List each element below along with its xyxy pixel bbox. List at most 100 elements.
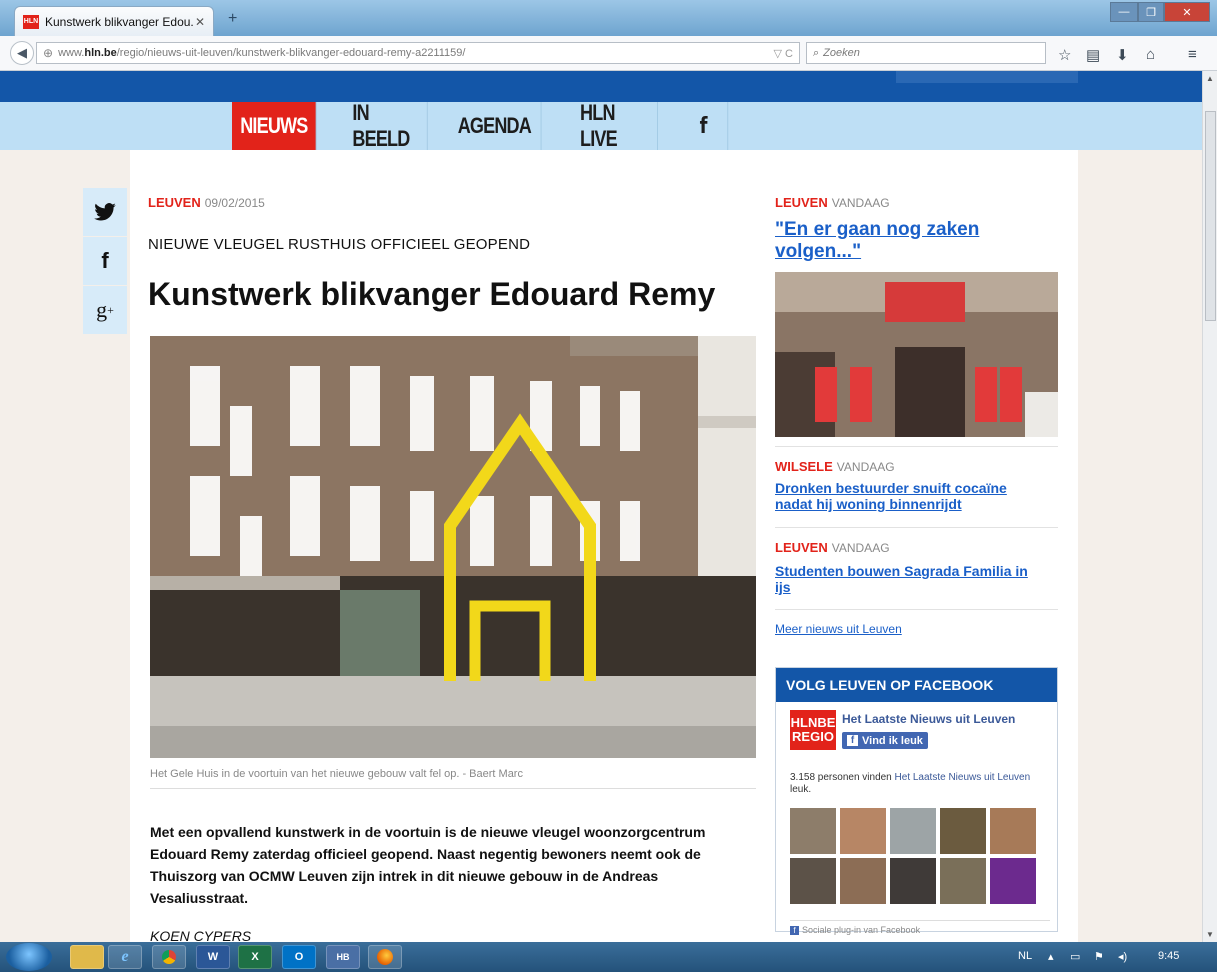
sidebar-photo[interactable]	[775, 272, 1058, 437]
site-header-band	[0, 71, 1202, 102]
avatar[interactable]	[990, 808, 1036, 854]
bookmark-star-icon[interactable]: ☆	[1058, 46, 1071, 64]
network-icon[interactable]: ▭	[1070, 950, 1080, 963]
volume-icon[interactable]: ◂)	[1118, 950, 1127, 963]
facebook-widget: VOLG LEUVEN OP FACEBOOK HLNBE REGIO Het …	[775, 667, 1058, 935]
search-icon: ⌕	[813, 46, 820, 59]
action-center-icon[interactable]: ⚑	[1094, 950, 1104, 963]
back-button[interactable]: ◀	[10, 41, 34, 65]
article-lead: Met een opvallend kunstwerk in de voortu…	[150, 824, 706, 906]
like-count-page-link[interactable]: Het Laatste Nieuws uit Leuven	[895, 772, 1031, 783]
facebook-plugin: HLNBE REGIO Het Laatste Nieuws uit Leuve…	[782, 702, 1051, 935]
article-headline: Kunstwerk blikvanger Edouard Remy	[148, 276, 716, 312]
menu-icon[interactable]: ≡	[1188, 46, 1197, 63]
like-count-text: 3.158 personen vinden	[790, 772, 892, 783]
like-button[interactable]: f Vind ik leuk	[842, 732, 928, 749]
menu-item-agenda[interactable]: AGENDA	[448, 102, 542, 150]
article-location[interactable]: LEUVEN	[148, 195, 201, 210]
outlook-icon[interactable]: O	[282, 945, 316, 969]
reload-icon[interactable]: ▽ C	[774, 47, 793, 60]
more-news-link[interactable]: Meer nieuws uit Leuven	[775, 622, 902, 636]
sidebar-headline-2[interactable]: Dronken bestuurder snuift cocaïne nadat …	[775, 480, 1045, 512]
word-icon[interactable]: W	[196, 945, 230, 969]
menu-item-facebook[interactable]: f	[679, 102, 729, 150]
sidebar-kicker-2: WILSELE VANDAAG	[775, 459, 895, 474]
explorer-icon[interactable]	[70, 945, 104, 969]
browser-tab[interactable]: HLN Kunstwerk blikvanger Edou... ✕	[14, 6, 214, 36]
sidebar-when-3: VANDAAG	[831, 541, 890, 555]
twitter-icon[interactable]	[83, 188, 127, 237]
show-hidden-icons-icon[interactable]: ▴	[1048, 950, 1054, 963]
photo-caption: Het Gele Huis in de voortuin van het nie…	[150, 768, 756, 789]
close-tab-icon[interactable]: ✕	[193, 15, 207, 29]
language-indicator[interactable]: NL	[1018, 950, 1032, 962]
windows-taskbar: e W X O HB NL ▴ ▭ ⚑ ◂) 9:45	[0, 942, 1217, 972]
article-date: 09/02/2015	[204, 196, 265, 210]
bookmarks-list-icon[interactable]: ▤	[1086, 46, 1100, 64]
search-input[interactable]: ⌕ Zoeken	[806, 42, 1046, 64]
url-path: /regio/nieuws-uit-leuven/kunstwerk-blikv…	[116, 47, 466, 59]
article-photo[interactable]	[150, 336, 756, 758]
address-bar[interactable]: ⊕ www. hln.be/regio/nieuws-uit-leuven/kun…	[36, 42, 800, 64]
like-button-label: Vind ik leuk	[862, 734, 923, 747]
scroll-up-icon[interactable]: ▲	[1206, 74, 1214, 83]
app-icon[interactable]: HB	[326, 945, 360, 969]
facebook-widget-heading: VOLG LEUVEN OP FACEBOOK	[776, 668, 1057, 702]
sidebar-kicker-3: LEUVEN VANDAAG	[775, 540, 890, 555]
facebook-icon: f	[847, 735, 858, 746]
facebook-fan-faces	[790, 808, 1042, 904]
scrollbar-thumb[interactable]	[1205, 111, 1216, 321]
sidebar-location-1[interactable]: LEUVEN	[775, 195, 828, 210]
menu-item-in-beeld[interactable]: IN BEELD	[335, 100, 428, 151]
share-bar: f g +	[83, 188, 127, 335]
menu-item-hln-live[interactable]: HLN LIVE	[562, 100, 658, 151]
avatar[interactable]	[890, 808, 936, 854]
tab-title: Kunstwerk blikvanger Edou...	[45, 14, 193, 29]
vertical-scrollbar[interactable]: ▲ ▼	[1202, 71, 1217, 942]
globe-icon: ⊕	[43, 46, 54, 60]
facebook-footer-text: Sociale plug-in van Facebook	[802, 925, 921, 935]
start-button[interactable]	[6, 943, 52, 971]
minimize-button[interactable]: —	[1110, 2, 1138, 22]
sidebar-location-3[interactable]: LEUVEN	[775, 540, 828, 555]
avatar[interactable]	[940, 808, 986, 854]
sidebar-headline-3[interactable]: Studenten bouwen Sagrada Familia in ijs	[775, 563, 1045, 595]
browser-navbar: ◀ ⊕ www. hln.be/regio/nieuws-uit-leuven/k…	[0, 36, 1217, 71]
facebook-page-name[interactable]: Het Laatste Nieuws uit Leuven	[842, 712, 1015, 726]
maximize-button[interactable]: ❐	[1138, 2, 1164, 22]
menu-item-nieuws[interactable]: NIEUWS	[232, 102, 317, 150]
internet-explorer-icon[interactable]: e	[108, 945, 142, 969]
site-menu: NIEUWS IN BEELD AGENDA HLN LIVE f	[232, 100, 739, 151]
avatar[interactable]	[840, 858, 886, 904]
new-tab-button[interactable]: +	[228, 10, 237, 28]
firefox-icon[interactable]	[368, 945, 402, 969]
divider	[775, 527, 1058, 528]
avatar[interactable]	[840, 808, 886, 854]
facebook-plugin-footer: f Sociale plug-in van Facebook	[790, 920, 1050, 935]
choose-municipality-control[interactable]	[896, 71, 1078, 83]
browser-tabstrip: HLN Kunstwerk blikvanger Edou... ✕ + — ❐…	[0, 0, 1217, 36]
hln-regio-logo[interactable]: HLNBE REGIO	[790, 710, 836, 750]
googleplus-icon[interactable]: g +	[83, 286, 127, 335]
page-viewport: NIEUWS IN BEELD AGENDA HLN LIVE f f g + L…	[0, 71, 1202, 942]
search-placeholder: Zoeken	[823, 47, 860, 59]
article-author: KOEN CYPERS	[150, 928, 252, 942]
excel-icon[interactable]: X	[238, 945, 272, 969]
close-window-button[interactable]: ✕	[1164, 2, 1210, 22]
chrome-icon[interactable]	[152, 945, 186, 969]
clock[interactable]: 9:45	[1158, 950, 1179, 962]
sidebar-location-2[interactable]: WILSELE	[775, 459, 833, 474]
downloads-icon[interactable]: ⬇	[1116, 46, 1129, 64]
avatar[interactable]	[790, 808, 836, 854]
url-prefix: www.	[58, 47, 85, 59]
sidebar-headline-1[interactable]: "En er gaan nog zaken volgen..."	[775, 219, 1045, 263]
facebook-icon[interactable]: f	[83, 237, 127, 286]
avatar[interactable]	[890, 858, 936, 904]
article-kicker: LEUVEN 09/02/2015	[148, 195, 265, 210]
avatar[interactable]	[790, 858, 836, 904]
avatar[interactable]	[940, 858, 986, 904]
home-icon[interactable]: ⌂	[1146, 46, 1155, 63]
avatar[interactable]	[990, 858, 1036, 904]
scroll-down-icon[interactable]: ▼	[1206, 930, 1214, 939]
url-host: hln.be	[84, 47, 117, 59]
